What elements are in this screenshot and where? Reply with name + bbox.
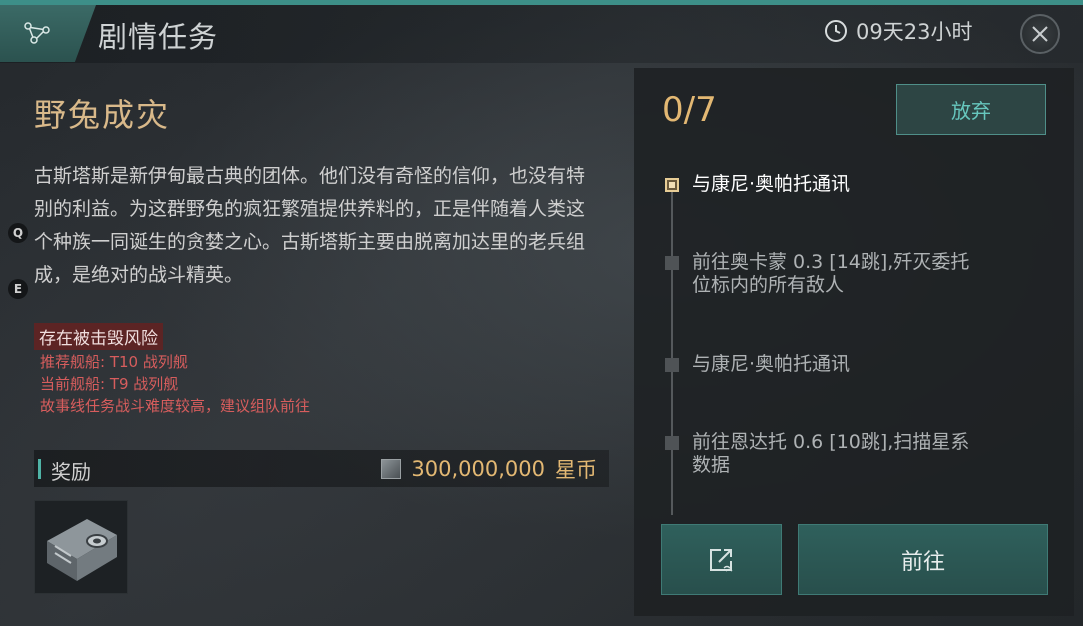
objective-step-1[interactable]: 与康尼·奥帕托通讯 — [692, 173, 992, 196]
star-coin-icon — [381, 459, 402, 479]
reward-value: 300,000,000 — [411, 457, 545, 481]
current-ship: 当前舰船: T9 战列舰 — [40, 375, 179, 393]
go-button[interactable]: 前往 — [798, 524, 1048, 595]
abandon-button[interactable]: 放弃 — [896, 84, 1046, 135]
objective-progress: 0/7 — [662, 90, 717, 130]
reward-label: 奖励 — [51, 460, 91, 484]
reward-item-slot[interactable] — [34, 500, 128, 594]
mission-timer: 09天23小时 — [824, 16, 972, 46]
reward-bar: 奖励 300,000,000 星币 — [34, 450, 609, 487]
clock-icon — [825, 20, 847, 42]
key-hint-e[interactable]: E — [8, 279, 28, 299]
close-icon — [1032, 26, 1048, 42]
objective-step-4[interactable]: 前往恩达托 0.6 [10跳],扫描星系数据 — [692, 431, 987, 477]
recommended-ship: 推荐舰船: T10 战列舰 — [40, 353, 188, 371]
close-button[interactable] — [1020, 14, 1060, 54]
step-marker-1 — [665, 178, 679, 192]
page-title: 剧情任务 — [98, 20, 219, 54]
step-marker-4 — [665, 436, 679, 450]
timer-text: 09天23小时 — [856, 20, 973, 44]
objectives-timeline — [671, 190, 673, 515]
objective-step-2[interactable]: 前往奥卡蒙 0.3 [14跳],歼灭委托位标内的所有敌人 — [692, 251, 987, 297]
step-marker-3 — [665, 358, 679, 372]
risk-warning-badge: 存在被击毁风险 — [34, 323, 163, 350]
reward-currency: 星币 — [555, 458, 597, 482]
mission-title: 野兔成灾 — [34, 96, 171, 134]
mission-description: 古斯塔斯是新伊甸最古典的团体。他们没有奇怪的信仰，也没有特别的利益。为这群野兔的… — [34, 165, 586, 286]
difficulty-note: 故事线任务战斗难度较高，建议组队前往 — [40, 397, 311, 415]
cargo-container-icon — [47, 519, 117, 581]
node-graph-icon[interactable] — [22, 20, 52, 46]
objective-step-3[interactable]: 与康尼·奥帕托通讯 — [692, 353, 992, 376]
share-link-icon — [709, 548, 732, 571]
share-button[interactable] — [661, 524, 782, 595]
reward-amount: 300,000,000 星币 — [381, 454, 597, 484]
reward-accent — [38, 459, 41, 479]
key-hint-q[interactable]: Q — [8, 223, 28, 243]
step-marker-2 — [665, 256, 679, 270]
